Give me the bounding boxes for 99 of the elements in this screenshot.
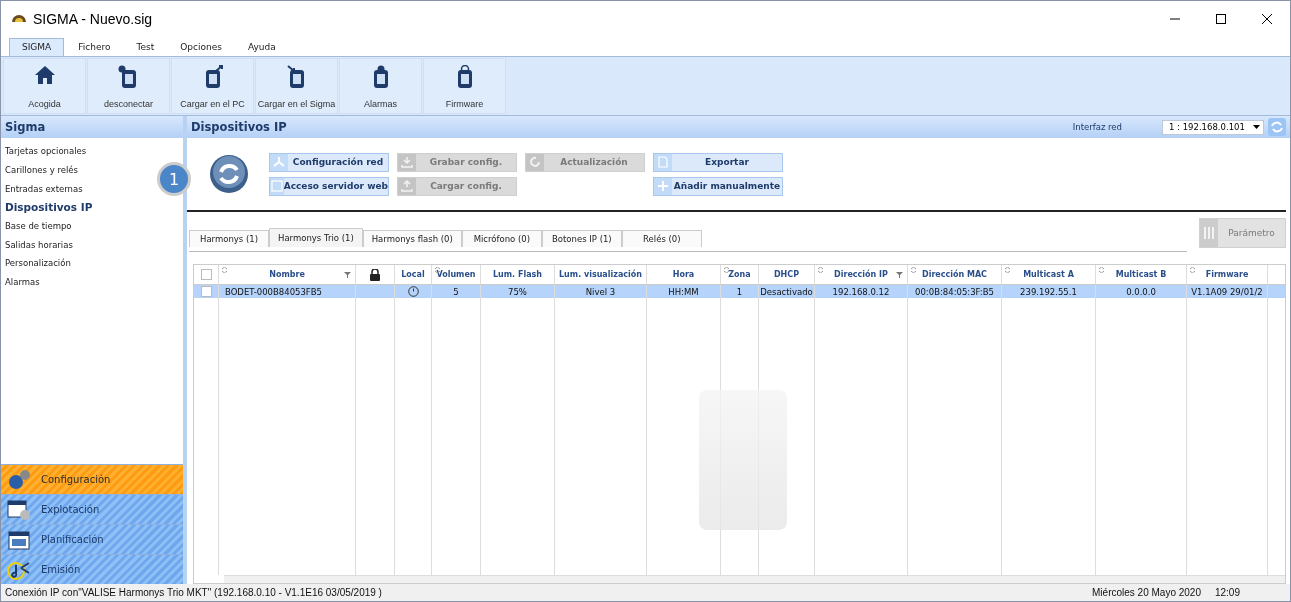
window-title: SIGMA - Nuevo.sig — [33, 10, 153, 27]
sort-icon — [724, 267, 729, 273]
menu-tab[interactable]: Test — [124, 39, 167, 56]
column-header[interactable]: Lum. visualización — [555, 265, 647, 284]
plus-icon — [657, 180, 669, 192]
sort-icon — [1005, 267, 1010, 273]
table-cell: V1.1A09 29/01/2 — [1191, 286, 1263, 297]
sliders-icon — [1203, 227, 1215, 239]
nav-section-button[interactable]: Planificación — [1, 524, 183, 554]
sidebar-item[interactable]: Dispositivos IP — [1, 198, 93, 217]
calendar-icon — [7, 528, 31, 551]
table-cell: HH:MM — [668, 286, 699, 297]
ribbon-button[interactable]: Alarmas — [339, 58, 422, 114]
filter-icon[interactable] — [344, 272, 351, 278]
column-header[interactable]: Multicast A — [1002, 265, 1096, 284]
lock-icon — [370, 268, 380, 281]
device-tab[interactable]: Harmonys Trio (1) — [269, 228, 363, 247]
ribbon-button[interactable]: Firmware — [423, 58, 506, 114]
web-page-icon — [270, 180, 283, 192]
table-cell: 75% — [508, 286, 527, 297]
sidebar-item[interactable]: Alarmas — [1, 272, 40, 292]
home-icon — [33, 65, 56, 85]
column-header[interactable]: Firmware — [1187, 265, 1268, 284]
gears-icon — [7, 468, 31, 491]
sidebar-header: Sigma — [1, 116, 183, 138]
table-cell: BODET-000B84053FB5 — [225, 286, 322, 297]
sidebar-item[interactable]: Entradas externas — [1, 179, 83, 199]
column-header[interactable]: Dirección MAC — [908, 265, 1002, 284]
callout-badge: 1 — [157, 162, 191, 196]
sidebar-item[interactable]: Base de tiempo — [1, 216, 72, 236]
document-icon — [657, 156, 669, 168]
table-cell: 00:0B:84:05:3F:B5 — [915, 286, 994, 297]
interface-label: Interfaz red — [1072, 122, 1122, 132]
status-time: 12:09 — [1214, 587, 1240, 598]
table-cell: 0.0.0.0 — [1126, 286, 1156, 297]
menu-tab[interactable]: Ayuda — [235, 39, 288, 56]
menu-tab[interactable]: SIGMA — [9, 38, 65, 56]
table-cell: 1 — [736, 286, 743, 297]
refresh-icon — [529, 156, 541, 168]
sidebar-item[interactable]: Carillones y relés — [1, 160, 78, 180]
connection-status: Conexión IP con"VALISE Harmonys Trio MKT" (192.168.0.10 - V1.1E16 03/05/2019 ) — [5, 587, 382, 598]
sort-icon — [911, 267, 916, 273]
network-icon — [273, 156, 285, 168]
action-button[interactable]: Añadir manualmente — [653, 176, 783, 196]
checkbox[interactable] — [200, 269, 212, 280]
table-cell: 192.168.0.12 — [832, 286, 890, 297]
filter-icon[interactable] — [896, 272, 903, 278]
nav-section-button[interactable]: Emisión — [1, 554, 183, 584]
action-button[interactable]: Configuración red — [269, 152, 389, 172]
device-tab[interactable]: Micrófono (0) — [461, 230, 542, 247]
refresh-icon[interactable] — [209, 154, 249, 194]
app-logo-icon — [11, 14, 27, 23]
close-icon — [1262, 13, 1272, 24]
table-cell: 239.192.55.1 — [1020, 286, 1077, 297]
checkbox[interactable] — [200, 286, 212, 297]
status-date: Miércoles 20 Mayo 2020 — [1092, 587, 1201, 598]
nav-section-button[interactable]: Explotación — [1, 494, 183, 524]
sort-icon — [818, 267, 823, 273]
ribbon-button[interactable]: Cargar en el Sigma — [255, 58, 338, 114]
ribbon-button[interactable]: Cargar en el PC — [171, 58, 254, 114]
table-cell: Desactivado — [760, 286, 813, 297]
column-header[interactable]: Multicast B — [1096, 265, 1187, 284]
device-tab[interactable]: Harmonys flash (0) — [362, 230, 462, 247]
ribbon-button[interactable]: Acogida — [3, 58, 86, 114]
menu-tab[interactable]: Opciones — [168, 39, 234, 56]
table-cell: Nivel 3 — [585, 286, 616, 297]
device-tab[interactable]: Harmonys (1) — [189, 230, 269, 247]
horizontal-scrollbar[interactable] — [224, 575, 1285, 583]
sidebar-item[interactable]: Personalización — [1, 254, 71, 273]
column-header[interactable]: DHCP — [759, 265, 815, 284]
interface-dropdown[interactable]: 1 : 192.168.0.101 — [1162, 119, 1264, 135]
device-tab[interactable]: Botones IP (1) — [541, 230, 622, 247]
clock-icon — [407, 286, 419, 297]
menu-tab[interactable]: Fichero — [66, 39, 123, 56]
action-button[interactable]: Exportar — [653, 152, 783, 172]
caret-icon — [1253, 125, 1260, 129]
sidebar-item[interactable]: Tarjetas opcionales — [1, 142, 87, 161]
column-header[interactable]: Hora — [647, 265, 721, 284]
upload-icon — [401, 180, 413, 192]
column-header[interactable]: Lum. Flash — [481, 265, 555, 284]
sort-icon — [222, 267, 227, 273]
table-cell: 5 — [453, 286, 459, 297]
window-icon — [7, 498, 31, 521]
action-button[interactable]: Acceso servidor web — [269, 176, 389, 196]
column-header[interactable]: Volumen — [432, 265, 481, 284]
ribbon-button[interactable]: desconectar — [87, 58, 170, 114]
nav-section-button[interactable]: Configuración — [1, 464, 183, 494]
download-icon — [401, 156, 413, 168]
column-header[interactable]: Nombre — [219, 265, 356, 284]
table-row[interactable]: BODET-000B84053FB5 5 75% Nivel 3 HH:MM 1 Desactivado 192.168.0.12 00:0B:84:05:3F:B5 239.192.55.1 0.0.0.0 V1.1A09 29/01/2 — [194, 285, 1285, 298]
sidebar-item[interactable]: Salidas horarias — [1, 235, 73, 255]
device-tab[interactable]: Relés (0) — [621, 230, 702, 247]
maximize-icon — [1216, 13, 1226, 24]
column-header[interactable]: Zona — [721, 265, 759, 284]
sort-icon — [1099, 267, 1104, 273]
column-header[interactable]: Dirección IP — [815, 265, 908, 284]
sort-icon — [1190, 267, 1195, 273]
column-header[interactable]: Local — [395, 265, 432, 284]
panel-title: Dispositivos IP — [191, 120, 287, 134]
